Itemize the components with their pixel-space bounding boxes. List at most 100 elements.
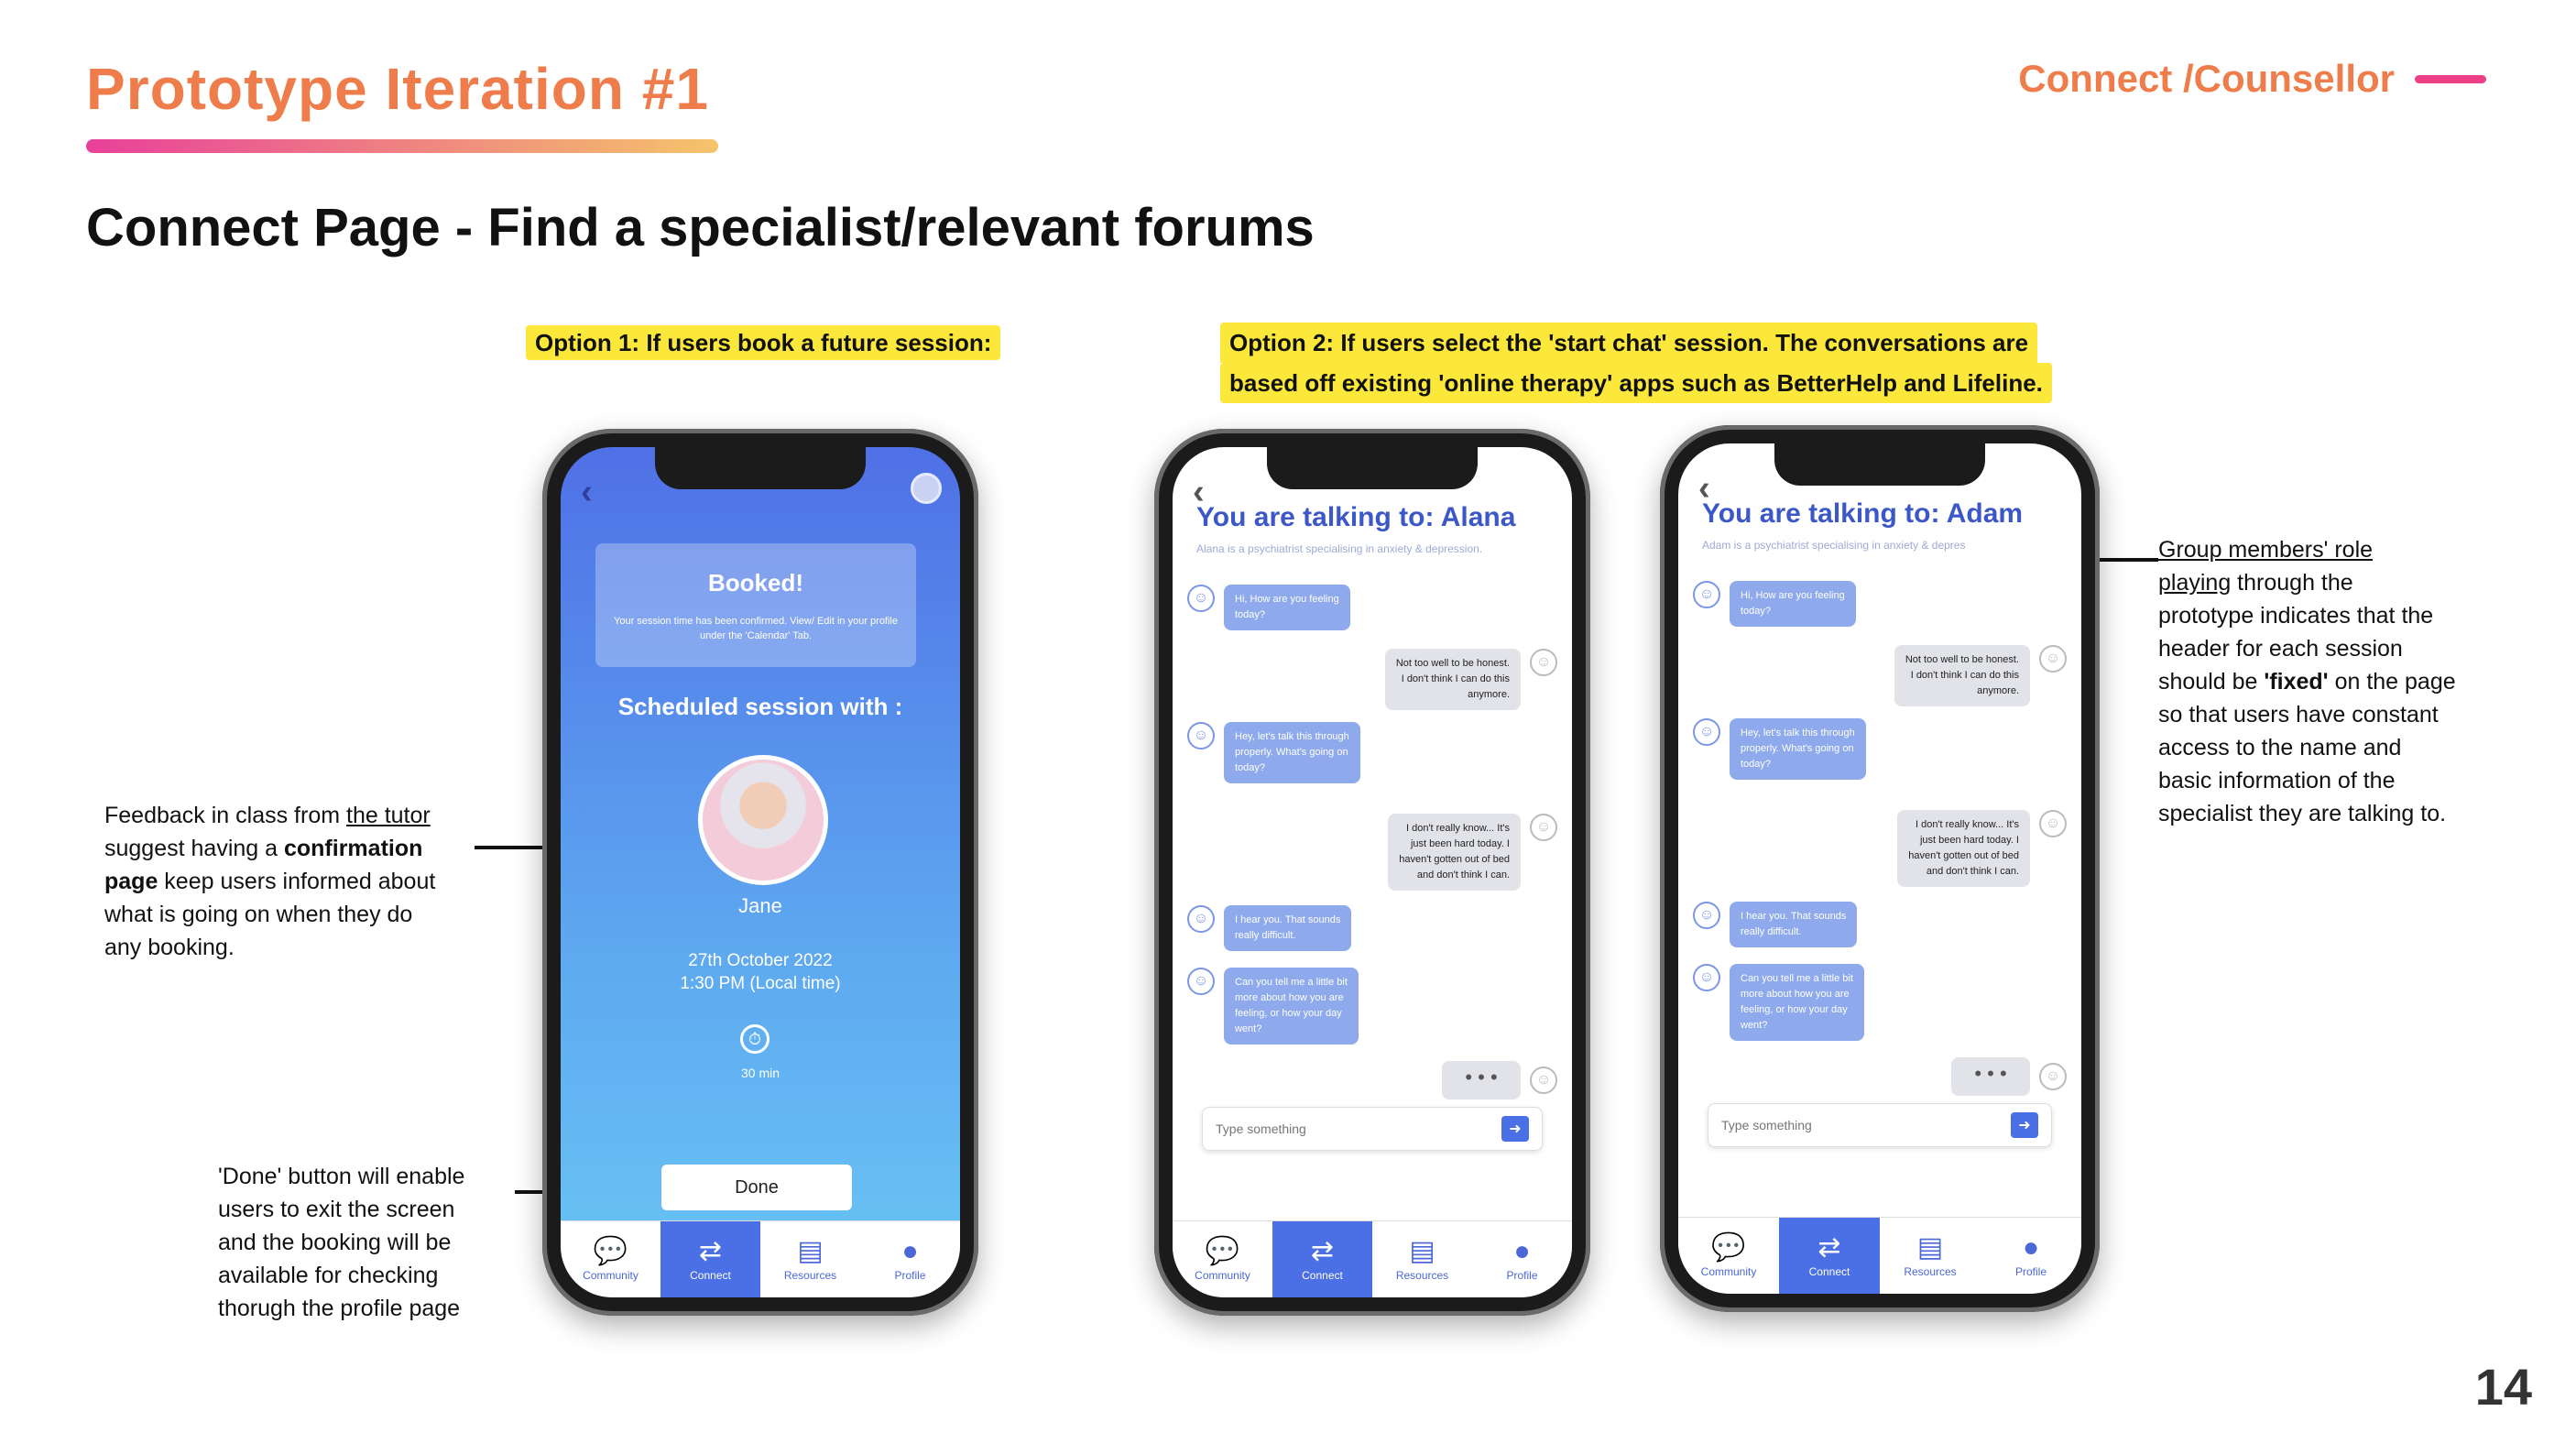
phone-notch [1774, 443, 1985, 486]
nav-community[interactable]: 💬 Community [561, 1221, 660, 1297]
therapist-avatar-icon: ☺ [1693, 718, 1720, 746]
message-line: today? [1741, 606, 1772, 617]
tutor-link[interactable]: the tutor [346, 803, 431, 828]
nav-community-label: Community [1195, 1268, 1250, 1282]
done-button[interactable]: Done [661, 1165, 852, 1210]
message-line: Not too well to be honest. [1395, 658, 1510, 669]
done-note: 'Done' button will enable users to exit … [218, 1160, 520, 1325]
typing-indicator: • • • [1442, 1061, 1521, 1099]
person-icon: ● [1513, 1235, 1531, 1266]
message-line: more about how you are [1741, 989, 1850, 1000]
chat-header-prefix: You are talking to: [1702, 498, 1947, 529]
nav-resources[interactable]: ▤ Resources [760, 1221, 860, 1297]
clock-icon: ⏱ [740, 1024, 770, 1054]
message-line: just been hard today. I [1410, 838, 1510, 849]
user-avatar-icon: ☺ [2039, 1063, 2067, 1090]
group-l2-link[interactable]: playing [2158, 570, 2231, 596]
option1-label: Option 1: If users book a future session… [526, 325, 1001, 360]
user-avatar-icon: ☺ [2039, 810, 2067, 837]
message-line: Hi, How are you feeling [1235, 594, 1339, 605]
therapist-avatar-icon: ☺ [1693, 902, 1720, 929]
phone-notch [1267, 447, 1478, 489]
feedback-note: Feedback in class from the tutor suggest… [104, 799, 489, 964]
therapist-message: Hey, let's talk this through properly. Wh… [1224, 722, 1360, 783]
back-icon[interactable]: ‹ [1698, 469, 1710, 509]
message-line: more about how you are [1235, 992, 1344, 1003]
profile-avatar-icon[interactable] [911, 473, 942, 504]
therapist-message: Can you tell me a little bit more about h… [1224, 968, 1359, 1045]
bottom-nav: 💬 Community ⇄ Connect ▤ Resources ● Profile [1173, 1220, 1572, 1297]
nav-connect[interactable]: ⇄ Connect [1272, 1221, 1372, 1297]
page-number: 14 [2474, 1358, 2532, 1416]
session-duration: 30 min [740, 1066, 780, 1080]
message-line: Not too well to be honest. [1905, 654, 2019, 665]
done-l1: 'Done' button will enable [218, 1164, 465, 1189]
user-avatar-icon: ☺ [1530, 1067, 1557, 1094]
specialist-name: Jane [738, 894, 782, 917]
feedback-l3: keep users informed about [158, 869, 436, 894]
nav-resources[interactable]: ▤ Resources [1880, 1218, 1981, 1294]
message-line: feeling, or how your day [1235, 1008, 1342, 1019]
nav-profile[interactable]: ● Profile [1981, 1218, 2081, 1294]
message-input[interactable] [1721, 1118, 2011, 1132]
phone-booking: ‹ Booked! Your session time has been con… [542, 429, 978, 1316]
done-l5: thorugh the profile page [218, 1296, 461, 1321]
nav-resources-label: Resources [1904, 1264, 1957, 1278]
user-message: Not too well to be honest. I don't think … [1894, 645, 2030, 706]
nav-community-label: Community [1700, 1264, 1757, 1278]
group-l3: prototype indicates that the [2158, 603, 2434, 629]
nav-community[interactable]: 💬 Community [1678, 1218, 1779, 1294]
message-input-bar: ➜ [1708, 1103, 2052, 1147]
back-icon[interactable]: ‹ [1193, 473, 1205, 512]
group-l2: through the [2231, 570, 2353, 596]
group-l4: header for each session [2158, 636, 2403, 662]
therapist-message: I hear you. That sounds really difficult. [1730, 902, 1858, 947]
handshake-icon: ⇄ [1817, 1231, 1841, 1263]
feedback-l5: any booking. [104, 935, 235, 960]
message-line: went? [1235, 1023, 1262, 1034]
send-button[interactable]: ➜ [1501, 1116, 1529, 1142]
group-l6: so that users have constant [2158, 702, 2439, 727]
send-button[interactable]: ➜ [2011, 1112, 2038, 1138]
message-line: today? [1235, 762, 1266, 773]
send-arrow-icon: ➜ [2018, 1118, 2031, 1133]
nav-connect-label: Connect [690, 1268, 731, 1282]
nav-connect[interactable]: ⇄ Connect [1779, 1218, 1880, 1294]
message-line: just been hard today. I [1919, 835, 2019, 846]
nav-community-label: Community [583, 1268, 639, 1282]
nav-profile[interactable]: ● Profile [860, 1221, 960, 1297]
therapist-avatar-icon: ☺ [1693, 581, 1720, 608]
therapist-avatar-icon: ☺ [1693, 964, 1720, 991]
nav-connect[interactable]: ⇄ Connect [660, 1221, 760, 1297]
bottom-nav: 💬 Community ⇄ Connect ▤ Resources ● Profile [1678, 1217, 2081, 1294]
typing-indicator: • • • [1951, 1057, 2030, 1096]
message-line: I hear you. That sounds [1741, 911, 1847, 922]
message-line: anymore. [1977, 685, 2019, 696]
chat-bubbles-icon: 💬 [1205, 1235, 1240, 1266]
session-date: 27th October 2022 [688, 951, 833, 970]
group-l8: basic information of the [2158, 768, 2396, 793]
nav-community[interactable]: 💬 Community [1173, 1221, 1272, 1297]
message-line: properly. What's going on [1741, 743, 1854, 754]
nav-connect-label: Connect [1302, 1268, 1343, 1282]
section-text: Connect /Counsellor [2018, 57, 2395, 100]
message-line: I don't really know... It's [1915, 819, 2019, 830]
nav-profile-label: Profile [894, 1268, 926, 1282]
therapist-avatar-icon: ☺ [1187, 968, 1215, 995]
booked-title: Booked! [708, 569, 803, 596]
group-l1[interactable]: Group members' role [2158, 533, 2543, 566]
user-avatar-icon: ☺ [1530, 814, 1557, 841]
chat-header: You are talking to: Alana [1196, 502, 1515, 533]
feedback-l4: what is going on when they do [104, 902, 413, 927]
back-icon[interactable]: ‹ [581, 473, 593, 512]
done-l3: and the booking will be [218, 1230, 452, 1255]
message-input[interactable] [1216, 1121, 1501, 1136]
message-line: properly. What's going on [1235, 747, 1348, 758]
nav-profile[interactable]: ● Profile [1472, 1221, 1572, 1297]
feedback-bold-page: page [104, 869, 158, 894]
nav-resources[interactable]: ▤ Resources [1372, 1221, 1472, 1297]
chat-screen-adam: ‹ You are talking to: Adam Adam is a psy… [1678, 443, 2081, 1294]
booked-description: Your session time has been confirmed. Vi… [614, 616, 898, 641]
session-time: 1:30 PM (Local time) [680, 974, 841, 993]
chat-bubbles-icon: 💬 [1711, 1231, 1746, 1263]
